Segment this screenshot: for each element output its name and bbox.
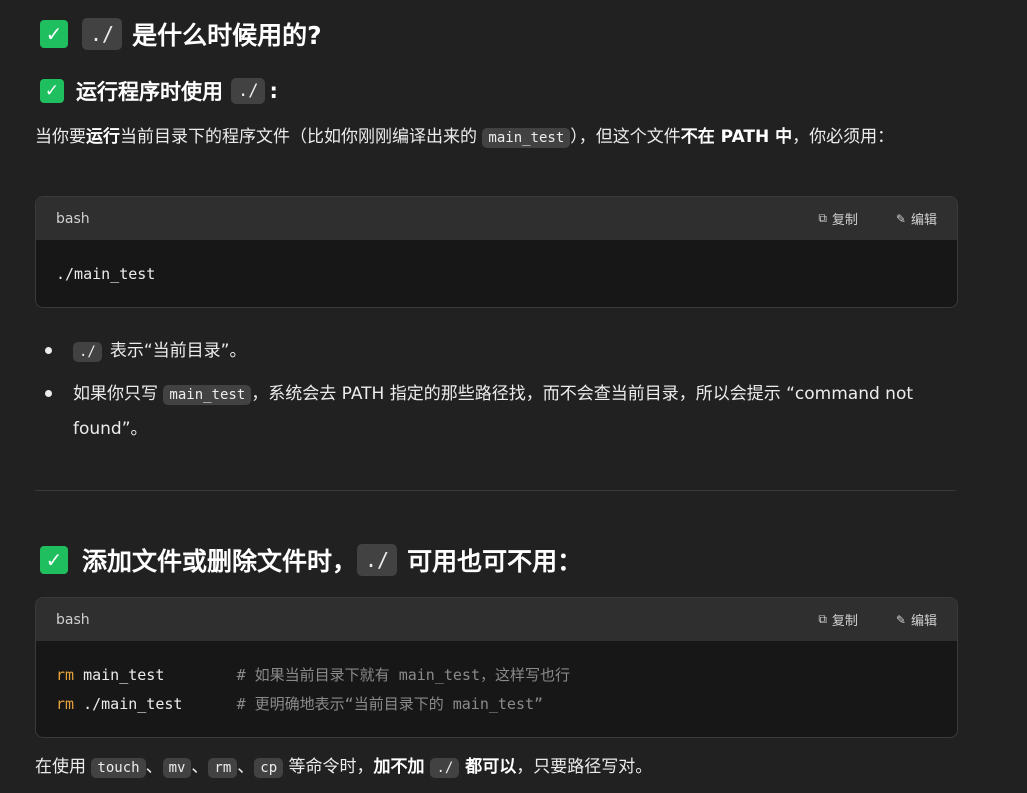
text: ，只要路径写对。 (516, 757, 653, 777)
inline-code: rm (208, 758, 238, 778)
inline-code: main_test (163, 385, 252, 405)
check-icon: ✓ (40, 546, 68, 574)
text: 、 (145, 757, 163, 777)
heading-text: 运行程序时使用 (76, 80, 223, 104)
edit-icon: ✎ (895, 612, 906, 627)
code-block-header: bash ⧉ 复制 ✎ 编辑 (36, 197, 957, 240)
code-keyword: rm (56, 666, 75, 684)
heading-suffix: : (269, 79, 278, 103)
heading-suffix: 可用也可不用： (407, 547, 583, 576)
code-content: rm main_test # 如果当前目录下就有 main_test，这样写也行… (36, 641, 957, 737)
bold-text: 加不加 (373, 757, 431, 777)
copy-icon: ⧉ (818, 211, 827, 225)
inline-code: ./ (82, 18, 123, 50)
text: 表示“当前目录”。 (109, 341, 247, 361)
inline-code: ./ (73, 342, 102, 362)
inline-code: ./ (231, 78, 266, 104)
bullet-list: ./ 表示“当前目录”。 如果你只写 main_test ，系统会去 PATH 指定… (35, 334, 935, 454)
bold-text: 都可以 (459, 757, 517, 777)
copy-icon: ⧉ (818, 612, 827, 626)
bold-text: 运行 (86, 127, 120, 147)
text: 、 (237, 757, 255, 777)
text: 当你要 (35, 127, 86, 147)
paragraph-run: 当你要运行当前目录下的程序文件（比如你刚刚编译出来的 main_test ），但这… (35, 120, 955, 155)
edit-label: 编辑 (910, 614, 937, 629)
text: 等命令时， (283, 757, 374, 777)
inline-code: main_test (482, 128, 571, 148)
inline-code: touch (91, 758, 146, 778)
code-line: rm ./main_test # 更明确地表示“当前目录下的 main_test… (56, 695, 543, 713)
check-icon: ✓ (40, 20, 68, 48)
heading-add-delete: ✓ 添加文件或删除文件时， ./ 可用也可不用： (40, 540, 582, 580)
copy-button[interactable]: ⧉ 复制 (818, 610, 858, 629)
inline-code: mv (162, 758, 192, 778)
bold-text: 不在 PATH 中 (680, 127, 793, 147)
text: ），但这个文件 (570, 127, 681, 147)
list-item: ./ 表示“当前目录”。 (35, 334, 935, 369)
code-block: bash ⧉ 复制 ✎ 编辑 rm main_test # 如果当前目录下就有 … (35, 597, 958, 738)
text: 当前目录下的程序文件（比如你刚刚编译出来的 (120, 127, 483, 147)
inline-code: ./ (430, 758, 460, 778)
edit-button[interactable]: ✎ 编辑 (895, 209, 937, 229)
heading-run-program: ✓ 运行程序时使用 ./ : (40, 74, 278, 108)
code-content: ./main_test (36, 240, 957, 307)
heading-when-to-use: ✓ ./ 是什么时候用的? (40, 14, 322, 54)
edit-label: 编辑 (910, 213, 937, 228)
inline-code: ./ (357, 544, 398, 576)
copy-button[interactable]: ⧉ 复制 (818, 209, 858, 228)
code-comment: # 更明确地表示“当前目录下的 main_test” (236, 695, 544, 713)
copy-label: 复制 (831, 213, 858, 228)
text: 、 (191, 757, 209, 777)
text: ，你必须用： (792, 127, 895, 147)
code-keyword: rm (56, 695, 75, 713)
code-line: rm main_test # 如果当前目录下就有 main_test，这样写也行 (56, 666, 570, 684)
divider (35, 490, 956, 491)
text: 在使用 (35, 757, 92, 777)
paragraph-commands: 在使用 touch、 mv、 rm、 cp 等命令时，加不加 ./ 都可以，只要路径写… (35, 750, 955, 785)
bullet-dot (45, 347, 52, 354)
bullet-dot (45, 390, 52, 397)
text: 如果你只写 (73, 384, 164, 404)
code-language: bash (56, 611, 90, 628)
code-language: bash (56, 210, 90, 227)
copy-label: 复制 (831, 614, 858, 629)
code-block-header: bash ⧉ 复制 ✎ 编辑 (36, 598, 957, 641)
code-block: bash ⧉ 复制 ✎ 编辑 ./main_test (35, 196, 958, 308)
heading-text: 是什么时候用的? (132, 21, 322, 50)
code-line: ./main_test (56, 265, 156, 283)
code-comment: # 如果当前目录下就有 main_test，这样写也行 (236, 666, 570, 684)
edit-icon: ✎ (895, 211, 906, 226)
list-item: 如果你只写 main_test ，系统会去 PATH 指定的那些路径找，而不会查当… (35, 377, 935, 446)
edit-button[interactable]: ✎ 编辑 (895, 610, 937, 630)
code-arg: main_test (74, 666, 237, 684)
heading-text: 添加文件或删除文件时， (82, 547, 358, 576)
check-icon: ✓ (40, 79, 64, 103)
code-arg: ./main_test (74, 695, 237, 713)
inline-code: cp (254, 758, 284, 778)
